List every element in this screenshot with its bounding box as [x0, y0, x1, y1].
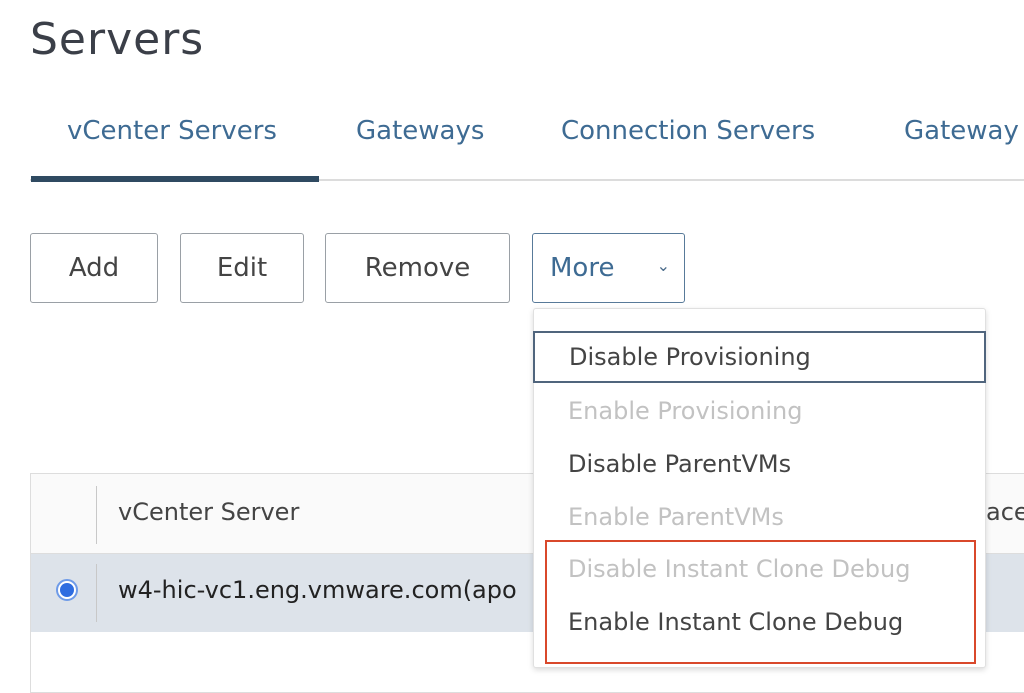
- menu-item-disable-parentvms[interactable]: Disable ParentVMs: [534, 438, 985, 490]
- menu-item-enable-parentvms[interactable]: Enable ParentVMs: [534, 491, 985, 543]
- menu-item-disable-provisioning[interactable]: Disable Provisioning: [533, 331, 986, 383]
- column-header[interactable]: ace: [986, 498, 1024, 526]
- vcenter-server-cell: w4-hic-vc1.eng.vmware.com(apo: [118, 576, 517, 604]
- edit-button[interactable]: Edit: [180, 233, 304, 303]
- tab-connection-servers[interactable]: Connection Servers: [561, 116, 815, 146]
- column-header-vcenter-server[interactable]: vCenter Server: [118, 498, 299, 526]
- chevron-down-icon: ⌄: [656, 256, 670, 275]
- add-button[interactable]: Add: [30, 233, 158, 303]
- remove-button[interactable]: Remove: [325, 233, 510, 303]
- more-label: More: [550, 253, 615, 283]
- column-divider: [96, 486, 97, 544]
- tab-gateway[interactable]: Gateway: [904, 116, 1019, 146]
- menu-item-enable-provisioning[interactable]: Enable Provisioning: [534, 385, 985, 437]
- row-radio-button[interactable]: [56, 579, 78, 601]
- highlight-annotation-box: [545, 540, 976, 664]
- tab-gateways[interactable]: Gateways: [356, 116, 484, 146]
- active-tab-indicator: [31, 176, 319, 182]
- page-title: Servers: [30, 14, 205, 65]
- tab-vcenter-servers[interactable]: vCenter Servers: [67, 116, 277, 146]
- more-dropdown-button[interactable]: More ⌄: [532, 233, 685, 303]
- column-divider: [96, 564, 97, 622]
